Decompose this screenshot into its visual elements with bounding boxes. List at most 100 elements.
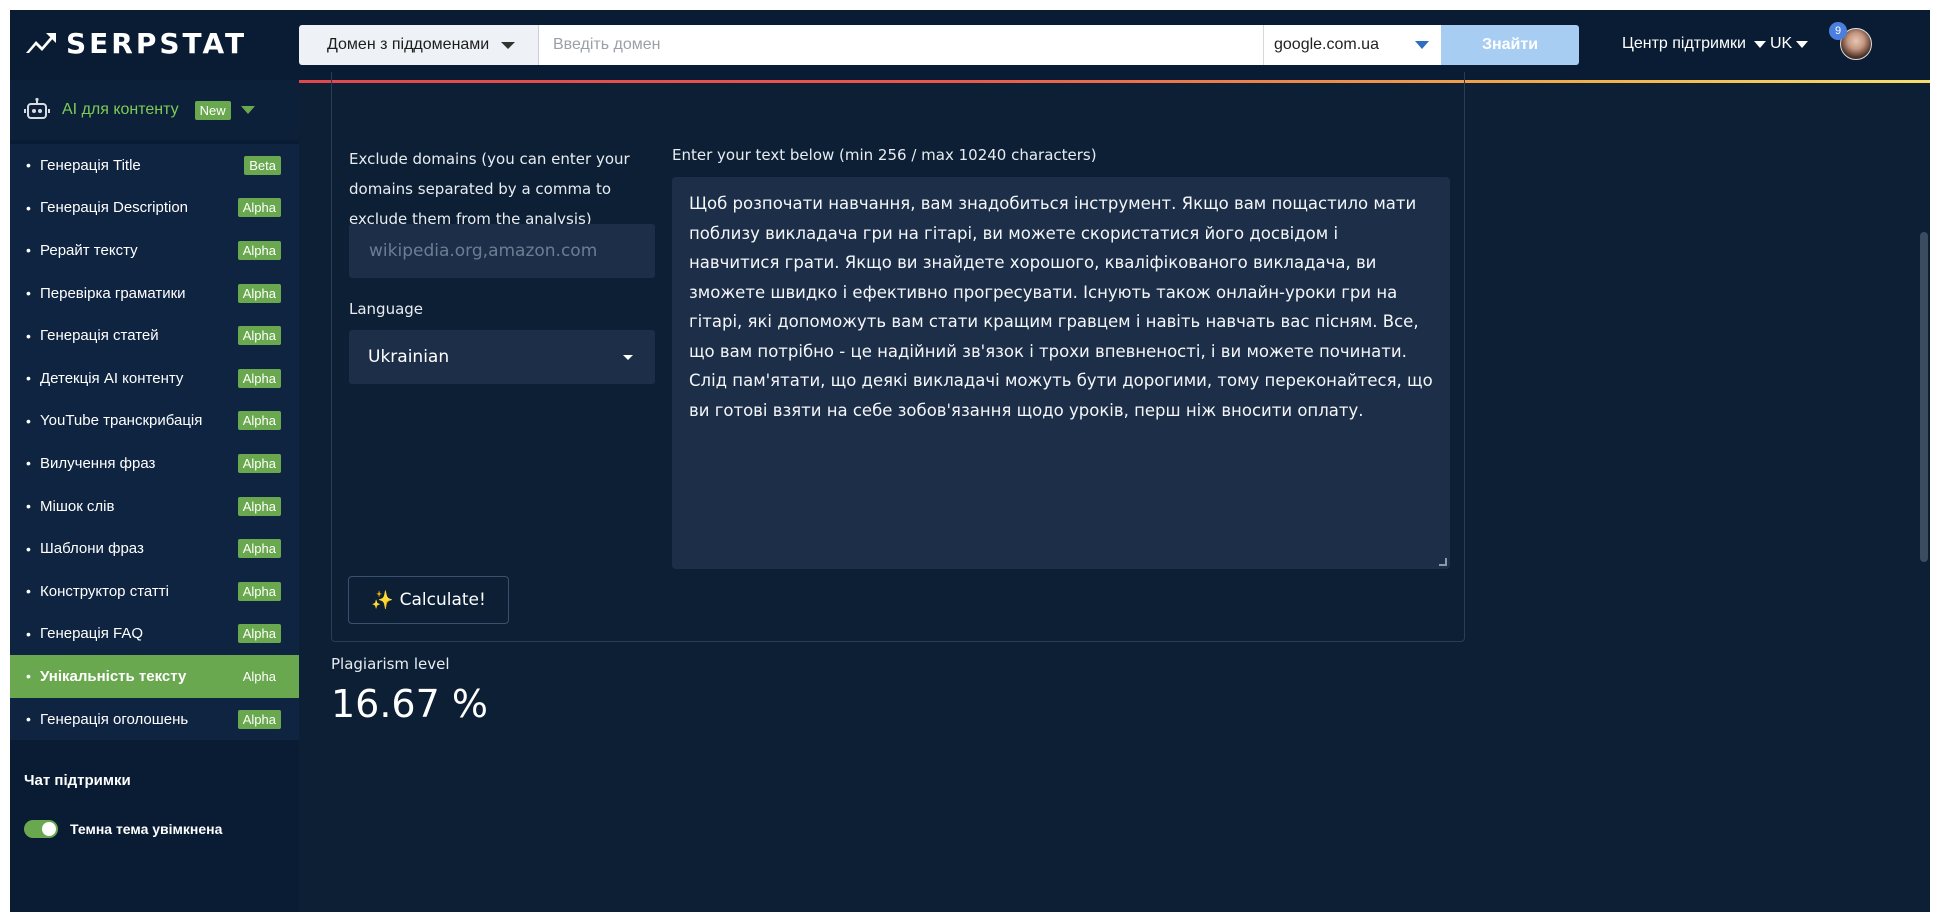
- sidebar-item-3[interactable]: • Рерайт тексту Alpha: [10, 229, 299, 272]
- sidebar-item-5[interactable]: • Генерація статей Alpha: [10, 314, 299, 357]
- chevron-down-icon: [1796, 40, 1809, 48]
- search-engine-select[interactable]: google.com.ua: [1263, 25, 1441, 65]
- sidebar-item-label: Детекція AI контенту: [40, 369, 184, 387]
- stage-badge: Alpha: [237, 496, 281, 516]
- search-engine-label: google.com.ua: [1274, 36, 1379, 53]
- plagiarism-level-value: 16.67 %: [331, 682, 488, 726]
- bullet-icon: •: [26, 711, 31, 728]
- resize-handle-icon[interactable]: [1439, 558, 1447, 566]
- sidebar-item-7[interactable]: • YouTube транскрибація Alpha: [10, 400, 299, 443]
- sidebar-item-label: Унікальність тексту: [40, 667, 187, 685]
- stage-badge: Alpha: [237, 453, 281, 473]
- page-scrollbar[interactable]: [1920, 232, 1928, 562]
- bullet-icon: •: [26, 498, 31, 515]
- bullet-icon: •: [26, 157, 31, 174]
- serpstat-logo-icon: [26, 33, 56, 53]
- stage-badge: Alpha: [242, 668, 276, 684]
- domain-mode-label: Домен з піддоменами: [327, 36, 490, 53]
- domain-input[interactable]: [539, 25, 1263, 65]
- language-menu[interactable]: UK: [1770, 35, 1809, 53]
- bullet-icon: •: [26, 370, 31, 387]
- chevron-down-icon: [501, 41, 516, 49]
- new-badge: New: [194, 100, 231, 120]
- sidebar-item-label: Генерація статей: [40, 327, 159, 345]
- sidebar: SERPSTAT AI для контенту New • Генерація …: [10, 10, 299, 912]
- sidebar-item-2[interactable]: • Генерація Description Alpha: [10, 187, 299, 230]
- calculate-label: Calculate!: [399, 590, 486, 610]
- sidebar-item-10[interactable]: • Шаблони фраз Alpha: [10, 527, 299, 570]
- stage-badge: Alpha: [237, 368, 281, 388]
- stage-badge: Alpha: [237, 581, 281, 601]
- bullet-icon: •: [26, 285, 31, 302]
- sidebar-item-label: Генерація оголошень: [40, 710, 189, 728]
- sparkles-icon: ✨: [371, 589, 394, 611]
- search-bar: Домен з піддоменами google.com.ua Знайти: [299, 25, 1579, 65]
- bullet-icon: •: [26, 242, 31, 259]
- stage-badge: Alpha: [237, 539, 281, 559]
- sidebar-item-label: Конструктор статті: [40, 582, 169, 600]
- bullet-icon: •: [26, 583, 31, 600]
- sidebar-item-11[interactable]: • Конструктор статті Alpha: [10, 570, 299, 613]
- support-center-menu[interactable]: Центр підтримки: [1622, 35, 1766, 53]
- theme-toggle-row: Темна тема увімкнена: [24, 820, 222, 838]
- sidebar-item-14[interactable]: • Генерація оголошень Alpha: [10, 698, 299, 741]
- language-label: UK: [1770, 35, 1793, 52]
- theme-label: Темна тема увімкнена: [70, 821, 223, 837]
- logo-text: SERPSTAT: [66, 26, 248, 60]
- chevron-down-icon: [1415, 41, 1429, 49]
- sidebar-item-4[interactable]: • Перевірка граматики Alpha: [10, 272, 299, 315]
- sidebar-menu: • Генерація Title Beta • Генерація Descripti…: [10, 144, 299, 741]
- sidebar-item-label: Генерація Title: [40, 156, 141, 174]
- sidebar-item-13[interactable]: • Унікальність тексту Alpha: [10, 655, 299, 698]
- language-select-value: Ukrainian: [368, 347, 450, 367]
- stage-badge: Alpha: [237, 411, 281, 431]
- sidebar-item-label: Рерайт тексту: [40, 241, 138, 259]
- bullet-icon: •: [26, 199, 31, 216]
- uniqueness-form-card: Exclude domains (you can enter your doma…: [331, 72, 1465, 642]
- chevron-down-icon: [240, 106, 255, 114]
- sidebar-item-9[interactable]: • Мішок слів Alpha: [10, 485, 299, 528]
- sidebar-item-label: Вилучення фраз: [40, 454, 156, 472]
- domain-mode-select[interactable]: Домен з піддоменами: [299, 25, 539, 65]
- sidebar-item-label: YouTube транскрибація: [40, 412, 203, 430]
- ai-content-section[interactable]: AI для контенту New: [10, 80, 299, 140]
- stage-badge: Alpha: [237, 198, 281, 218]
- support-chat-link[interactable]: Чат підтримки: [24, 772, 131, 789]
- text-input-value: Щоб розпочати навчання, вам знадобиться …: [689, 194, 1433, 420]
- sidebar-item-12[interactable]: • Генерація FAQ Alpha: [10, 613, 299, 656]
- bullet-icon: •: [26, 327, 31, 344]
- sidebar-item-label: Перевірка граматики: [40, 284, 186, 302]
- stage-badge: Alpha: [237, 709, 281, 729]
- language-select[interactable]: Ukrainian: [349, 330, 655, 384]
- find-button[interactable]: Знайти: [1441, 25, 1579, 65]
- chevron-down-icon: [1753, 40, 1766, 48]
- dark-theme-toggle[interactable]: [24, 820, 58, 838]
- app-window: SERPSTAT AI для контенту New • Генерація …: [10, 10, 1930, 912]
- bullet-icon: •: [26, 540, 31, 557]
- sidebar-item-label: Мішок слів: [40, 497, 115, 515]
- sidebar-item-6[interactable]: • Детекція AI контенту Alpha: [10, 357, 299, 400]
- bullet-icon: •: [26, 455, 31, 472]
- language-field-label: Language: [349, 300, 424, 318]
- logo[interactable]: SERPSTAT: [24, 26, 248, 60]
- text-input-area[interactable]: Щоб розпочати навчання, вам знадобиться …: [672, 177, 1450, 569]
- bullet-icon: •: [26, 668, 31, 685]
- sidebar-item-label: Шаблони фраз: [40, 540, 144, 558]
- top-bar: Домен з піддоменами google.com.ua Знайти…: [299, 10, 1930, 80]
- exclude-domains-input[interactable]: [349, 224, 655, 278]
- stage-badge: Alpha: [237, 283, 281, 303]
- stage-badge: Alpha: [237, 240, 281, 260]
- sidebar-item-1[interactable]: • Генерація Title Beta: [10, 144, 299, 187]
- stage-badge: Alpha: [237, 326, 281, 346]
- ai-section-label: AI для контенту: [62, 101, 179, 118]
- plagiarism-level-label: Plagiarism level: [331, 655, 450, 673]
- exclude-domains-label: Exclude domains (you can enter your doma…: [349, 150, 630, 228]
- text-input-label: Enter your text below (min 256 / max 102…: [672, 146, 1097, 164]
- sidebar-item-label: Генерація FAQ: [40, 625, 143, 643]
- bullet-icon: •: [26, 412, 31, 429]
- notification-badge[interactable]: 9: [1829, 22, 1847, 40]
- support-center-label: Центр підтримки: [1622, 35, 1746, 52]
- sidebar-item-8[interactable]: • Вилучення фраз Alpha: [10, 442, 299, 485]
- stage-badge: Alpha: [237, 624, 281, 644]
- calculate-button[interactable]: ✨ Calculate!: [348, 576, 509, 624]
